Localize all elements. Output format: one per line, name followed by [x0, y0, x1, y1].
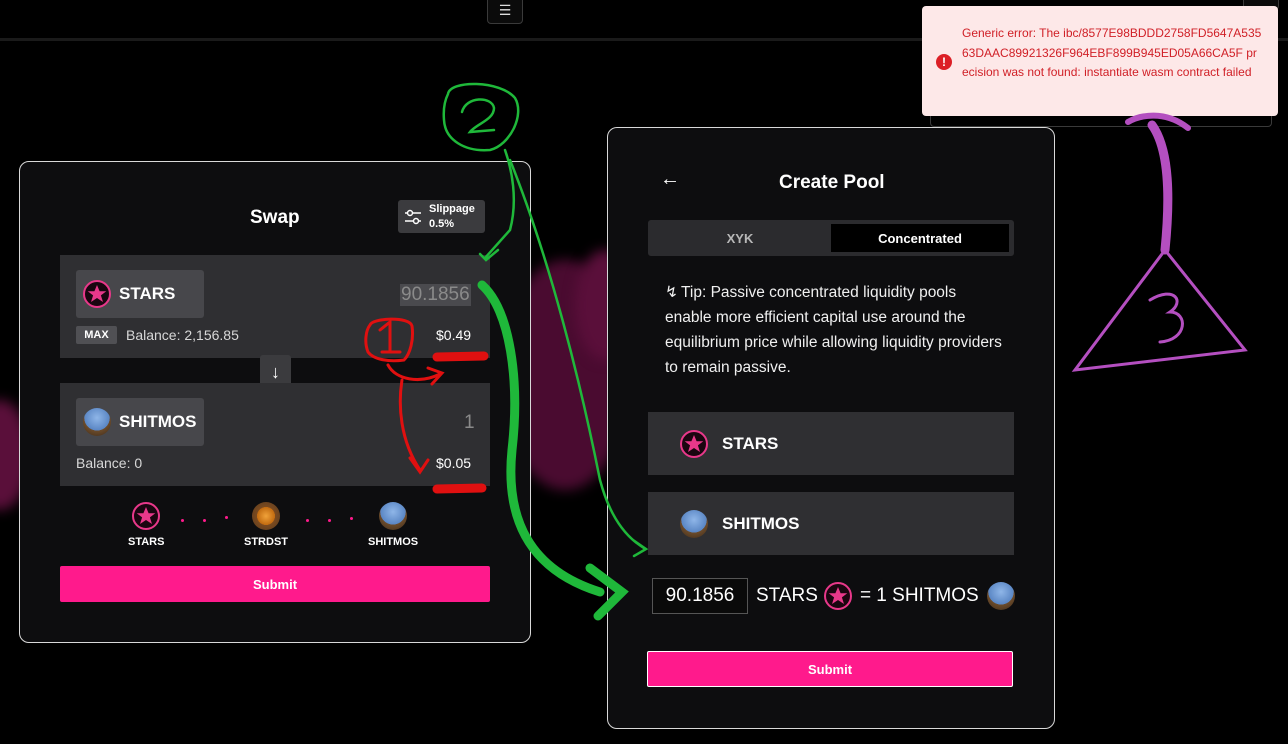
- annotation-green-2: [442, 82, 649, 621]
- annotation-red-1: [364, 317, 489, 494]
- annotation-layer: 1 2 3: [364, 82, 1248, 621]
- annotation-purple-3: [1071, 112, 1248, 372]
